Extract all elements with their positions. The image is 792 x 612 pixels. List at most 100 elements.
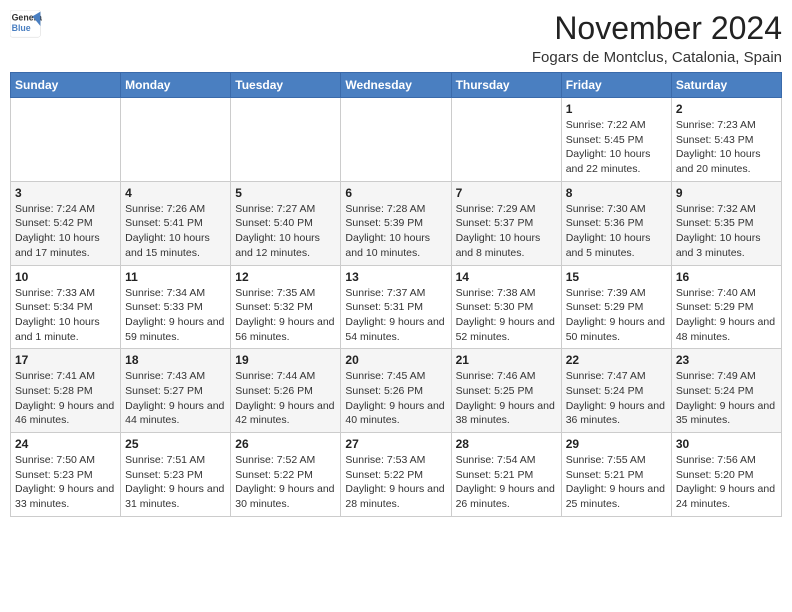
calendar-cell: 14 Sunrise: 7:38 AM Sunset: 5:30 PM Dayli… bbox=[451, 265, 561, 349]
calendar-cell: 29Sunrise: 7:55 AM Sunset: 5:21 PM Dayli… bbox=[561, 433, 671, 517]
day-info: Sunrise: 7:40 AM Sunset: 5:29 PM Dayligh… bbox=[676, 286, 777, 345]
day-number: 6 bbox=[345, 186, 446, 200]
calendar-cell: 21 Sunrise: 7:46 AM Sunset: 5:25 PM Dayli… bbox=[451, 349, 561, 433]
calendar-cell: 2 Sunrise: 7:23 AM Sunset: 5:43 PM Daylig… bbox=[671, 98, 781, 182]
calendar-cell bbox=[11, 98, 121, 182]
day-number: 4 bbox=[125, 186, 226, 200]
calendar-cell: 7Sunrise: 7:29 AM Sunset: 5:37 PM Daylig… bbox=[451, 181, 561, 265]
month-title: November 2024 bbox=[532, 10, 782, 47]
page-header: General Blue November 2024 Fogars de Mon… bbox=[10, 10, 782, 66]
day-info: Sunrise: 7:47 AM Sunset: 5:24 PM Dayligh… bbox=[566, 369, 667, 428]
day-number: 7 bbox=[456, 186, 557, 200]
day-info: Sunrise: 7:38 AM Sunset: 5:30 PM Dayligh… bbox=[456, 286, 557, 345]
logo-icon: General Blue bbox=[10, 10, 42, 38]
calendar-cell: 1 Sunrise: 7:22 AM Sunset: 5:45 PM Daylig… bbox=[561, 98, 671, 182]
day-number: 10 bbox=[15, 270, 116, 284]
day-info: Sunrise: 7:39 AM Sunset: 5:29 PM Dayligh… bbox=[566, 286, 667, 345]
day-info: Sunrise: 7:22 AM Sunset: 5:45 PM Dayligh… bbox=[566, 118, 667, 177]
calendar-cell: 6 Sunrise: 7:28 AM Sunset: 5:39 PM Daylig… bbox=[341, 181, 451, 265]
day-info: Sunrise: 7:45 AM Sunset: 5:26 PM Dayligh… bbox=[345, 369, 446, 428]
svg-text:Blue: Blue bbox=[12, 23, 31, 33]
day-number: 24 bbox=[15, 437, 116, 451]
day-number: 14 bbox=[456, 270, 557, 284]
calendar-cell: 12 Sunrise: 7:35 AM Sunset: 5:32 PM Dayli… bbox=[231, 265, 341, 349]
day-number: 27 bbox=[345, 437, 446, 451]
day-number: 3 bbox=[15, 186, 116, 200]
day-number: 25 bbox=[125, 437, 226, 451]
calendar-cell bbox=[121, 98, 231, 182]
calendar-header-row: Sunday Monday Tuesday Wednesday Thursday… bbox=[11, 73, 782, 98]
day-info: Sunrise: 7:27 AM Sunset: 5:40 PM Dayligh… bbox=[235, 202, 336, 261]
calendar-cell bbox=[341, 98, 451, 182]
day-number: 9 bbox=[676, 186, 777, 200]
day-number: 15 bbox=[566, 270, 667, 284]
calendar-cell: 16Sunrise: 7:40 AM Sunset: 5:29 PM Dayli… bbox=[671, 265, 781, 349]
calendar-cell: 5 Sunrise: 7:27 AM Sunset: 5:40 PM Daylig… bbox=[231, 181, 341, 265]
day-number: 22 bbox=[566, 353, 667, 367]
day-info: Sunrise: 7:28 AM Sunset: 5:39 PM Dayligh… bbox=[345, 202, 446, 261]
day-number: 13 bbox=[345, 270, 446, 284]
calendar-cell: 13Sunrise: 7:37 AM Sunset: 5:31 PM Dayli… bbox=[341, 265, 451, 349]
day-info: Sunrise: 7:49 AM Sunset: 5:24 PM Dayligh… bbox=[676, 369, 777, 428]
day-info: Sunrise: 7:53 AM Sunset: 5:22 PM Dayligh… bbox=[345, 453, 446, 512]
calendar-cell: 22 Sunrise: 7:47 AM Sunset: 5:24 PM Dayli… bbox=[561, 349, 671, 433]
day-info: Sunrise: 7:55 AM Sunset: 5:21 PM Dayligh… bbox=[566, 453, 667, 512]
calendar-cell: 26 Sunrise: 7:52 AM Sunset: 5:22 PM Dayli… bbox=[231, 433, 341, 517]
calendar-cell: 8Sunrise: 7:30 AM Sunset: 5:36 PM Daylig… bbox=[561, 181, 671, 265]
day-number: 23 bbox=[676, 353, 777, 367]
day-info: Sunrise: 7:54 AM Sunset: 5:21 PM Dayligh… bbox=[456, 453, 557, 512]
day-info: Sunrise: 7:34 AM Sunset: 5:33 PM Dayligh… bbox=[125, 286, 226, 345]
col-sunday: Sunday bbox=[11, 73, 121, 98]
col-wednesday: Wednesday bbox=[341, 73, 451, 98]
calendar-cell: 20 Sunrise: 7:45 AM Sunset: 5:26 PM Dayli… bbox=[341, 349, 451, 433]
day-info: Sunrise: 7:50 AM Sunset: 5:23 PM Dayligh… bbox=[15, 453, 116, 512]
col-tuesday: Tuesday bbox=[231, 73, 341, 98]
calendar-cell: 11 Sunrise: 7:34 AM Sunset: 5:33 PM Dayli… bbox=[121, 265, 231, 349]
calendar-cell: 23 Sunrise: 7:49 AM Sunset: 5:24 PM Dayli… bbox=[671, 349, 781, 433]
day-number: 5 bbox=[235, 186, 336, 200]
day-info: Sunrise: 7:46 AM Sunset: 5:25 PM Dayligh… bbox=[456, 369, 557, 428]
col-friday: Friday bbox=[561, 73, 671, 98]
day-number: 2 bbox=[676, 102, 777, 116]
location: Fogars de Montclus, Catalonia, Spain bbox=[532, 49, 782, 66]
day-number: 18 bbox=[125, 353, 226, 367]
calendar-cell bbox=[231, 98, 341, 182]
calendar-cell: 28 Sunrise: 7:54 AM Sunset: 5:21 PM Dayli… bbox=[451, 433, 561, 517]
day-number: 1 bbox=[566, 102, 667, 116]
day-info: Sunrise: 7:35 AM Sunset: 5:32 PM Dayligh… bbox=[235, 286, 336, 345]
calendar-week-0: 1 Sunrise: 7:22 AM Sunset: 5:45 PM Daylig… bbox=[11, 98, 782, 182]
calendar-cell bbox=[451, 98, 561, 182]
calendar-cell: 30Sunrise: 7:56 AM Sunset: 5:20 PM Dayli… bbox=[671, 433, 781, 517]
day-info: Sunrise: 7:23 AM Sunset: 5:43 PM Dayligh… bbox=[676, 118, 777, 177]
day-number: 17 bbox=[15, 353, 116, 367]
day-info: Sunrise: 7:52 AM Sunset: 5:22 PM Dayligh… bbox=[235, 453, 336, 512]
day-number: 26 bbox=[235, 437, 336, 451]
col-saturday: Saturday bbox=[671, 73, 781, 98]
calendar-cell: 4 Sunrise: 7:26 AM Sunset: 5:41 PM Daylig… bbox=[121, 181, 231, 265]
day-info: Sunrise: 7:51 AM Sunset: 5:23 PM Dayligh… bbox=[125, 453, 226, 512]
logo: General Blue bbox=[10, 10, 42, 38]
day-number: 11 bbox=[125, 270, 226, 284]
day-number: 21 bbox=[456, 353, 557, 367]
col-monday: Monday bbox=[121, 73, 231, 98]
calendar-table: Sunday Monday Tuesday Wednesday Thursday… bbox=[10, 72, 782, 517]
day-info: Sunrise: 7:33 AM Sunset: 5:34 PM Dayligh… bbox=[15, 286, 116, 345]
calendar-week-2: 10 Sunrise: 7:33 AM Sunset: 5:34 PM Dayli… bbox=[11, 265, 782, 349]
day-info: Sunrise: 7:30 AM Sunset: 5:36 PM Dayligh… bbox=[566, 202, 667, 261]
calendar-cell: 25 Sunrise: 7:51 AM Sunset: 5:23 PM Dayli… bbox=[121, 433, 231, 517]
day-info: Sunrise: 7:26 AM Sunset: 5:41 PM Dayligh… bbox=[125, 202, 226, 261]
day-info: Sunrise: 7:43 AM Sunset: 5:27 PM Dayligh… bbox=[125, 369, 226, 428]
calendar-cell: 3Sunrise: 7:24 AM Sunset: 5:42 PM Daylig… bbox=[11, 181, 121, 265]
calendar-cell: 19Sunrise: 7:44 AM Sunset: 5:26 PM Dayli… bbox=[231, 349, 341, 433]
day-number: 28 bbox=[456, 437, 557, 451]
calendar-cell: 17Sunrise: 7:41 AM Sunset: 5:28 PM Dayli… bbox=[11, 349, 121, 433]
calendar-cell: 9Sunrise: 7:32 AM Sunset: 5:35 PM Daylig… bbox=[671, 181, 781, 265]
title-block: November 2024 Fogars de Montclus, Catalo… bbox=[532, 10, 782, 66]
calendar-cell: 18 Sunrise: 7:43 AM Sunset: 5:27 PM Dayli… bbox=[121, 349, 231, 433]
day-info: Sunrise: 7:56 AM Sunset: 5:20 PM Dayligh… bbox=[676, 453, 777, 512]
day-number: 19 bbox=[235, 353, 336, 367]
calendar-cell: 10 Sunrise: 7:33 AM Sunset: 5:34 PM Dayli… bbox=[11, 265, 121, 349]
day-number: 12 bbox=[235, 270, 336, 284]
day-number: 20 bbox=[345, 353, 446, 367]
calendar-cell: 27 Sunrise: 7:53 AM Sunset: 5:22 PM Dayli… bbox=[341, 433, 451, 517]
